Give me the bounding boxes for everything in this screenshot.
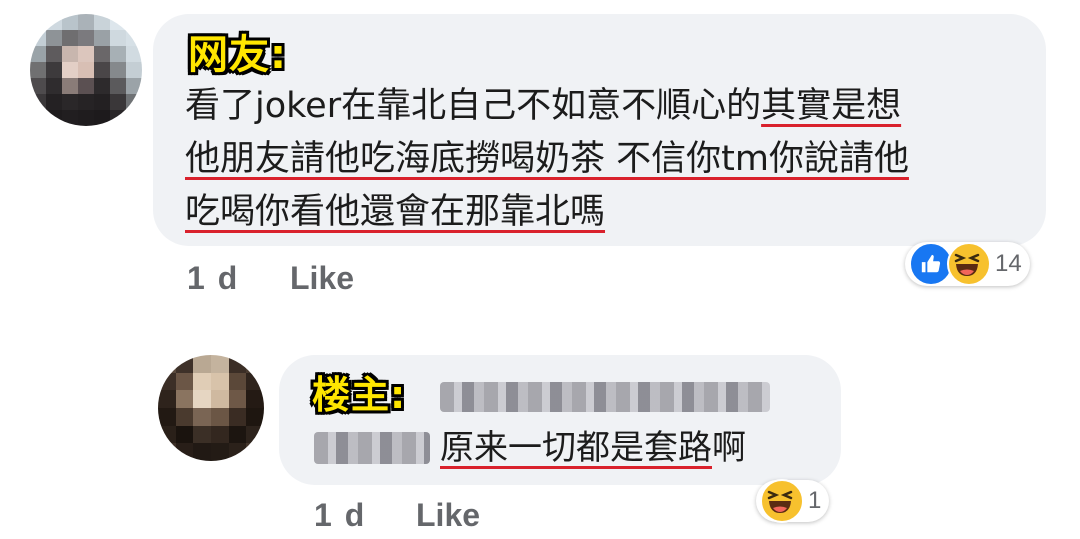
reaction-count: 14 bbox=[995, 250, 1022, 277]
reply-like-button[interactable]: Like bbox=[416, 497, 480, 534]
commenter-avatar[interactable] bbox=[30, 14, 142, 126]
reaction-summary[interactable]: 14 bbox=[905, 242, 1030, 286]
reply-reaction-count: 1 bbox=[808, 487, 822, 514]
reply-timestamp[interactable]: 1 d bbox=[314, 497, 366, 534]
comment-text: 看了joker在靠北自己不如意不順心的其實是想 他朋友請他吃海底撈喝奶茶 不信你… bbox=[185, 80, 1035, 239]
commenter-name-tag[interactable]: 网友: bbox=[188, 22, 287, 80]
comment-line-2: 他朋友請他吃海底撈喝奶茶 不信你tm你說請他 bbox=[185, 139, 909, 179]
haha-icon bbox=[947, 242, 991, 286]
reply-text: 原来一切都是套路啊 bbox=[440, 428, 746, 468]
comment-timestamp[interactable]: 1 d bbox=[187, 260, 239, 297]
reply-author-name-tag[interactable]: 楼主: bbox=[312, 364, 406, 419]
blurred-mention bbox=[314, 432, 430, 464]
blurred-author-name bbox=[440, 382, 770, 412]
comment-line-1: 看了joker在靠北自己不如意不順心的其實是想 bbox=[185, 86, 902, 126]
reply-author-avatar[interactable] bbox=[158, 355, 264, 461]
like-button[interactable]: Like bbox=[290, 260, 354, 297]
haha-icon bbox=[760, 479, 804, 523]
comment-line-3: 吃喝你看他還會在那靠北嗎 bbox=[185, 192, 606, 232]
reply-reaction-summary[interactable]: 1 bbox=[756, 479, 830, 523]
